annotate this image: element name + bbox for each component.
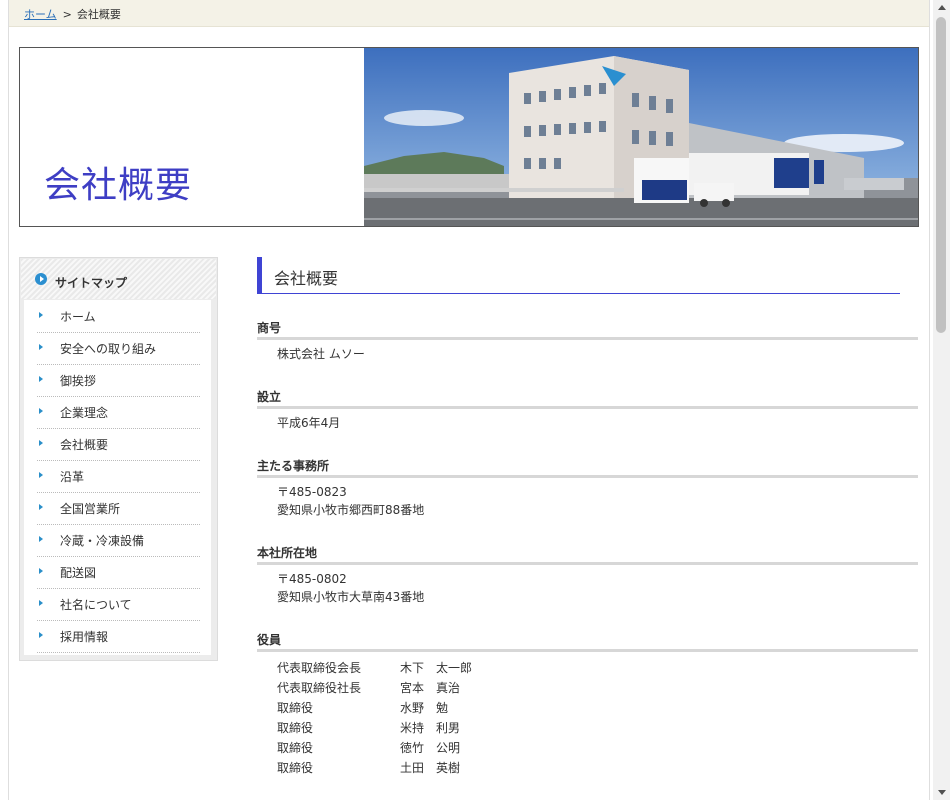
sidebar-item-label: 採用情報 xyxy=(60,630,109,644)
bullet-arrow-icon xyxy=(39,312,43,318)
sidebar-item-facilities[interactable]: 冷蔵・冷凍設備 xyxy=(37,524,200,557)
bullet-arrow-icon xyxy=(39,568,43,574)
officer-name: 水野 勉 xyxy=(400,701,449,715)
officer-name: 徳竹 公明 xyxy=(400,741,461,755)
field-label-trade-name: 商号 xyxy=(257,321,282,335)
sidebar: サイトマップ ホーム 安全への取り組み 御挨拶 企業理念 会社概要 沿革 全国営… xyxy=(19,257,218,661)
field-value-main-office-address: 愛知県小牧市郷西町88番地 xyxy=(277,503,425,517)
officer-name: 米持 利男 xyxy=(400,721,461,735)
officer-role: 取締役 xyxy=(277,721,314,735)
field-value-established: 平成6年4月 xyxy=(277,416,341,430)
sidebar-menu: ホーム 安全への取り組み 御挨拶 企業理念 会社概要 沿革 全国営業所 冷蔵・冷… xyxy=(24,300,211,655)
sidebar-item-greeting[interactable]: 御挨拶 xyxy=(37,364,200,397)
sidebar-item-label: 会社概要 xyxy=(60,438,109,452)
field-divider xyxy=(257,337,918,340)
vertical-scrollbar[interactable] xyxy=(933,0,950,800)
field-divider xyxy=(257,406,918,409)
field-value-head-office-address: 愛知県小牧市大草南43番地 xyxy=(277,590,425,604)
field-divider xyxy=(257,475,918,478)
page: ホーム > 会社概要 会社概要 サイトマップ ホーム 安全への取り組み 御挨拶 … xyxy=(8,0,930,800)
field-divider xyxy=(257,562,918,565)
sidebar-header: サイトマップ xyxy=(21,259,216,299)
field-label-main-office: 主たる事務所 xyxy=(257,459,330,473)
sidebar-item-company-name[interactable]: 社名について xyxy=(37,588,200,621)
officer-name: 土田 英樹 xyxy=(400,761,461,775)
sidebar-item-label: 企業理念 xyxy=(60,406,109,420)
page-title: 会社概要 xyxy=(44,165,193,206)
breadcrumb-home-link[interactable]: ホーム xyxy=(24,8,57,21)
breadcrumb-separator: > xyxy=(62,8,72,21)
officer-role: 取締役 xyxy=(277,741,314,755)
officer-role: 代表取締役会長 xyxy=(277,661,362,675)
breadcrumb: ホーム > 会社概要 xyxy=(9,0,929,27)
sidebar-item-label: 社名について xyxy=(60,598,132,612)
field-label-head-office: 本社所在地 xyxy=(257,546,318,560)
sidebar-item-philosophy[interactable]: 企業理念 xyxy=(37,396,200,429)
bullet-arrow-icon xyxy=(39,376,43,382)
bullet-arrow-icon xyxy=(39,600,43,606)
bullet-arrow-icon xyxy=(39,632,43,638)
officer-role: 取締役 xyxy=(277,761,314,775)
field-value-trade-name: 株式会社 ムソー xyxy=(277,347,365,361)
bullet-arrow-icon xyxy=(39,344,43,350)
sidebar-item-home[interactable]: ホーム xyxy=(37,300,200,333)
sidebar-item-recruit[interactable]: 採用情報 xyxy=(37,620,200,653)
bullet-arrow-icon xyxy=(39,472,43,478)
section-title: 会社概要 xyxy=(274,269,339,288)
field-value-head-office-postal: 〒485-0802 xyxy=(277,572,347,586)
officer-role: 代表取締役社長 xyxy=(277,681,362,695)
bullet-arrow-icon xyxy=(39,440,43,446)
sidebar-item-label: 沿革 xyxy=(60,470,85,484)
sidebar-item-label: 全国営業所 xyxy=(60,502,121,516)
field-label-established: 設立 xyxy=(257,390,282,404)
sidebar-item-offices[interactable]: 全国営業所 xyxy=(37,492,200,525)
sidebar-item-label: ホーム xyxy=(60,310,96,324)
bullet-arrow-icon xyxy=(39,504,43,510)
bullet-arrow-icon xyxy=(39,408,43,414)
scroll-up-arrow-icon[interactable] xyxy=(938,5,946,10)
sidebar-item-label: 配送図 xyxy=(60,566,97,580)
scrollbar-thumb[interactable] xyxy=(936,17,946,333)
field-divider xyxy=(257,649,918,652)
sidebar-item-label: 安全への取り組み xyxy=(60,342,157,356)
officer-role: 取締役 xyxy=(277,701,314,715)
sidebar-item-company-profile[interactable]: 会社概要 xyxy=(37,428,200,461)
page-header: 会社概要 xyxy=(19,47,919,227)
field-label-officers: 役員 xyxy=(257,633,282,647)
sidebar-item-history[interactable]: 沿革 xyxy=(37,460,200,493)
officer-name: 木下 太一郎 xyxy=(400,661,473,675)
sidebar-item-label: 御挨拶 xyxy=(60,374,97,388)
circle-arrow-icon xyxy=(35,273,47,285)
field-value-main-office-postal: 〒485-0823 xyxy=(277,485,347,499)
scroll-down-arrow-icon[interactable] xyxy=(938,790,946,795)
sidebar-title: サイトマップ xyxy=(55,276,128,290)
officer-name: 宮本 真治 xyxy=(400,681,461,695)
section-heading: 会社概要 xyxy=(257,257,900,294)
breadcrumb-current: 会社概要 xyxy=(76,8,121,21)
bullet-arrow-icon xyxy=(39,536,43,542)
company-building-photo xyxy=(364,48,918,226)
sidebar-item-safety[interactable]: 安全への取り組み xyxy=(37,332,200,365)
sidebar-item-delivery-map[interactable]: 配送図 xyxy=(37,556,200,589)
sidebar-item-label: 冷蔵・冷凍設備 xyxy=(60,534,145,548)
